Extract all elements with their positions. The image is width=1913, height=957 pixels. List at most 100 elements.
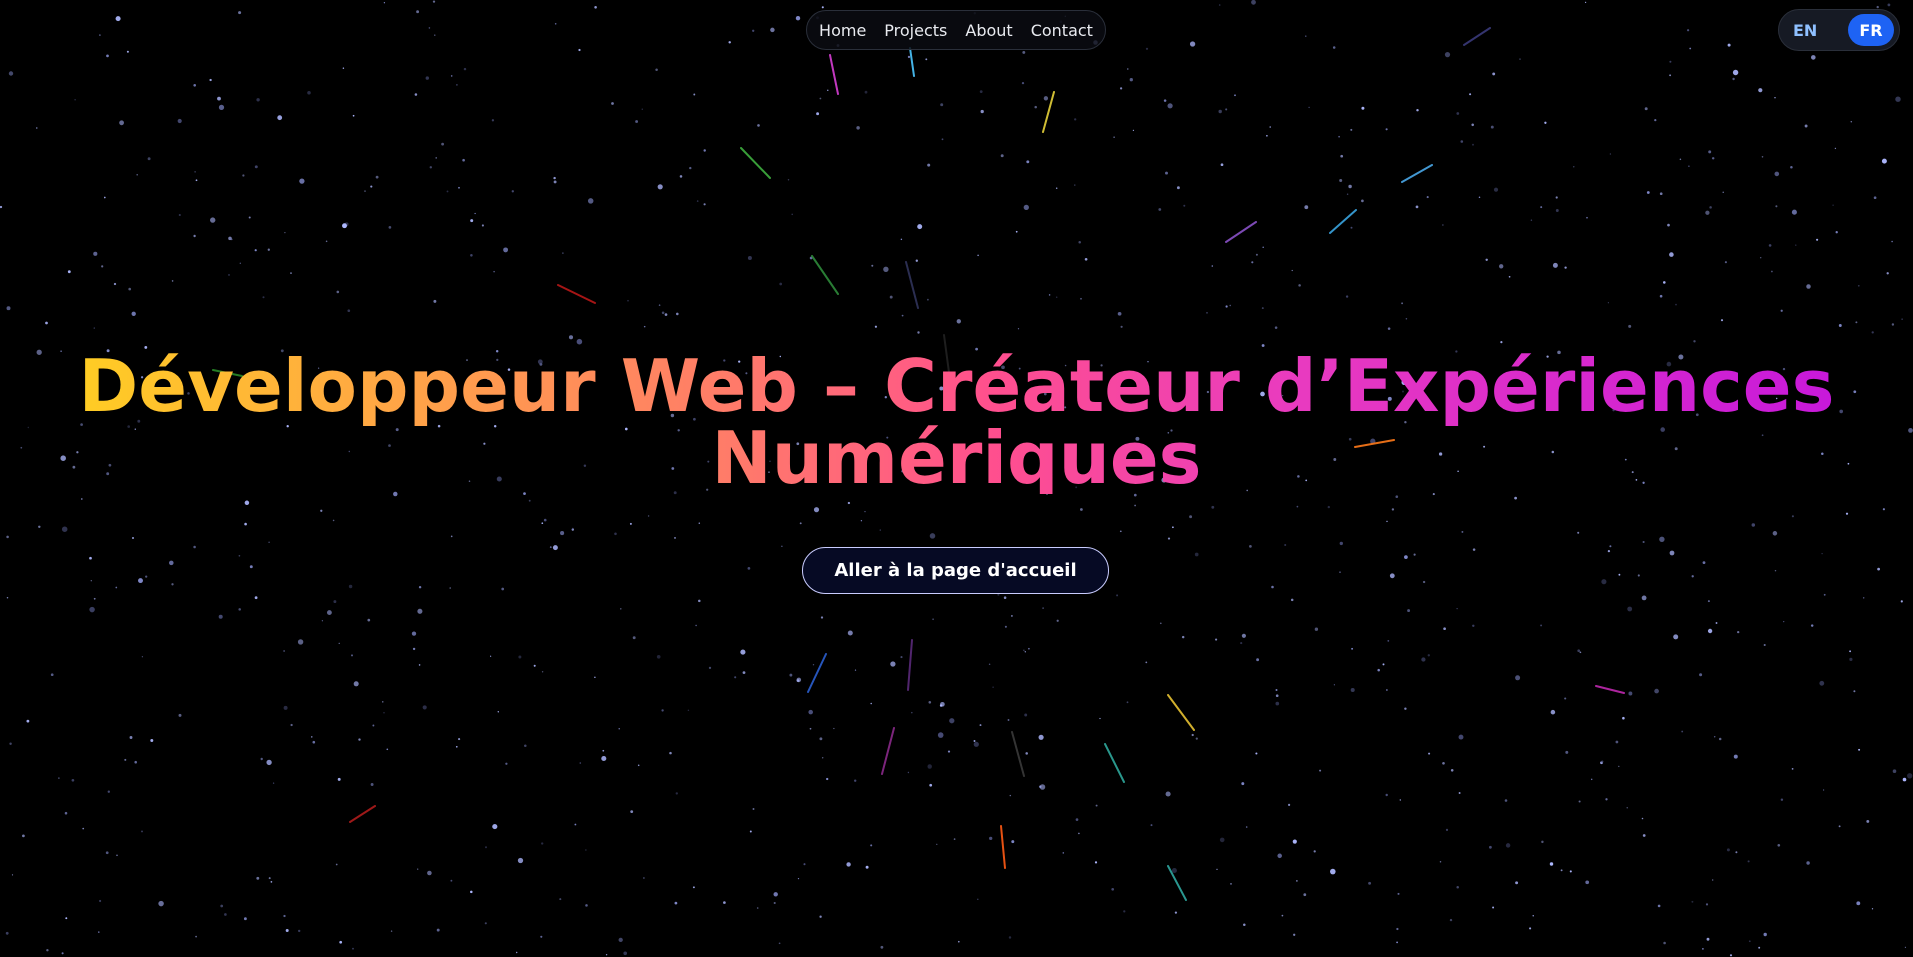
star xyxy=(1705,210,1710,215)
star xyxy=(434,34,436,36)
star xyxy=(1712,879,1714,881)
star xyxy=(1296,505,1299,508)
star xyxy=(757,124,760,127)
star xyxy=(1644,107,1648,111)
star xyxy=(290,723,293,727)
star xyxy=(1350,226,1353,229)
star xyxy=(1578,800,1581,803)
star xyxy=(1271,585,1274,589)
star xyxy=(1573,166,1575,168)
star xyxy=(611,102,614,105)
star xyxy=(572,527,574,530)
star xyxy=(1026,160,1030,164)
star xyxy=(1009,794,1012,797)
star xyxy=(1303,893,1307,897)
star xyxy=(1332,46,1336,49)
star xyxy=(1340,154,1344,158)
star xyxy=(901,314,904,317)
star xyxy=(1304,205,1309,210)
star xyxy=(1215,638,1218,641)
star xyxy=(907,771,910,774)
star xyxy=(1327,505,1330,509)
nav-item-about[interactable]: About xyxy=(965,21,1012,40)
star xyxy=(708,666,712,670)
star xyxy=(723,901,726,904)
star xyxy=(136,174,138,176)
star xyxy=(1174,911,1178,914)
star xyxy=(1681,730,1684,733)
star xyxy=(1737,630,1740,634)
star xyxy=(1330,868,1336,875)
meteor-streak xyxy=(1401,164,1433,183)
star xyxy=(239,262,241,264)
star xyxy=(449,587,451,589)
star xyxy=(1288,803,1291,807)
star xyxy=(643,325,646,328)
star xyxy=(481,224,484,227)
star xyxy=(562,252,564,254)
star xyxy=(1134,504,1136,507)
star xyxy=(177,118,182,124)
star xyxy=(26,719,30,723)
star xyxy=(1350,128,1353,131)
star xyxy=(864,510,866,513)
star xyxy=(89,556,92,560)
go-to-homepage-button[interactable]: Aller à la page d'accueil xyxy=(802,547,1109,594)
star xyxy=(93,251,98,256)
star xyxy=(826,777,829,781)
star xyxy=(1194,552,1199,557)
star xyxy=(900,656,903,659)
star xyxy=(854,779,857,782)
star xyxy=(664,313,668,316)
star xyxy=(1780,798,1784,801)
star xyxy=(703,149,706,152)
nav-item-projects[interactable]: Projects xyxy=(884,21,947,40)
star xyxy=(375,175,379,179)
star xyxy=(953,838,956,840)
star xyxy=(150,739,154,742)
star xyxy=(115,586,118,589)
star xyxy=(352,114,355,117)
star xyxy=(864,90,868,94)
star xyxy=(1654,118,1657,122)
star xyxy=(1686,29,1690,32)
star xyxy=(1688,165,1690,167)
star xyxy=(627,299,629,302)
star xyxy=(1780,309,1783,312)
star xyxy=(1039,784,1046,790)
star xyxy=(1269,126,1271,128)
star xyxy=(647,515,650,517)
star xyxy=(1735,851,1738,854)
star xyxy=(1150,824,1153,827)
star xyxy=(132,537,134,539)
star xyxy=(1541,840,1544,844)
star xyxy=(1339,179,1343,182)
star xyxy=(1544,121,1547,124)
star xyxy=(574,823,577,826)
star xyxy=(827,89,829,92)
star xyxy=(470,890,473,894)
language-option-fr[interactable]: FR xyxy=(1848,14,1894,46)
star xyxy=(1478,196,1481,199)
star xyxy=(1873,196,1877,200)
star xyxy=(1702,561,1706,565)
star xyxy=(1074,184,1076,186)
star xyxy=(540,935,543,938)
star xyxy=(1460,140,1464,143)
star xyxy=(1626,807,1628,809)
hero-title: Développeur Web – Créateur d’Expériences… xyxy=(37,350,1877,494)
star xyxy=(491,119,495,122)
language-option-en[interactable]: EN xyxy=(1793,21,1817,40)
star xyxy=(1850,121,1853,123)
meteor-streak xyxy=(740,147,771,179)
star xyxy=(928,701,932,704)
star xyxy=(992,686,994,688)
star xyxy=(0,205,3,209)
star xyxy=(602,749,605,752)
nav-item-home[interactable]: Home xyxy=(819,21,866,40)
star xyxy=(1399,799,1402,801)
star xyxy=(1385,793,1388,797)
star xyxy=(1669,550,1675,556)
star xyxy=(1245,826,1248,828)
nav-item-contact[interactable]: Contact xyxy=(1031,21,1093,40)
